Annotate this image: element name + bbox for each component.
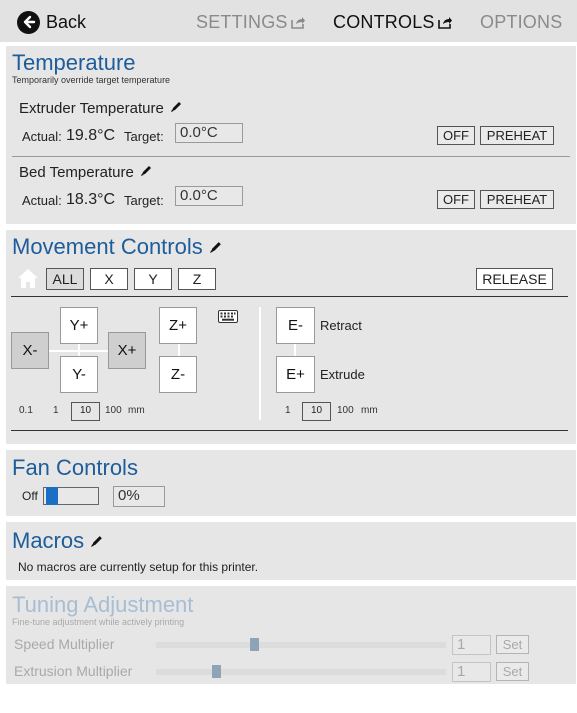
top-nav-bar: Back SETTINGS CONTROLS OPTIONS [0, 0, 577, 42]
fan-panel: Fan Controls Off 0% [6, 450, 576, 516]
temperature-title: Temperature [12, 50, 136, 75]
z-plus-button[interactable]: Z+ [159, 307, 197, 344]
bed-preheat-button[interactable]: PREHEAT [480, 190, 554, 209]
y-plus-button[interactable]: Y+ [60, 307, 98, 344]
back-button[interactable]: Back [17, 10, 86, 34]
fan-slider-handle[interactable] [46, 487, 58, 505]
speed-slider-handle[interactable] [250, 638, 259, 651]
temperature-panel: Temperature Temporarily override target … [6, 46, 576, 224]
pencil-icon [209, 242, 221, 253]
divider [259, 307, 261, 420]
e-step-option[interactable]: 100 [337, 405, 354, 416]
tab-controls-label: CONTROLS [333, 12, 435, 32]
extruder-target-label: Target: [124, 129, 164, 144]
fan-off-label: Off [22, 489, 38, 503]
extrude-button[interactable]: E+ [276, 356, 315, 393]
home-icon [18, 269, 38, 288]
back-arrow-icon [17, 10, 40, 34]
macros-panel: Macros No macros are currently setup for… [6, 522, 576, 580]
movement-title-text: Movement Controls [12, 234, 203, 259]
pencil-icon [170, 102, 181, 112]
bed-actual-value: 18.3°C [66, 191, 116, 208]
tab-options[interactable]: OPTIONS [480, 12, 562, 33]
e-step-selected[interactable]: 10 [302, 402, 331, 421]
extruder-temperature-label[interactable]: Extruder Temperature [19, 100, 183, 117]
x-minus-button[interactable]: X- [11, 332, 49, 369]
extruder-actual-label: Actual: [22, 129, 62, 144]
extruder-target-input[interactable]: 0.0°C [175, 123, 243, 143]
xyz-step-unit: mm [128, 405, 145, 416]
extrusion-set-button[interactable]: Set [496, 662, 529, 681]
extrusion-slider-handle[interactable] [212, 665, 221, 678]
xyz-step-option[interactable]: 1 [53, 405, 59, 416]
bed-target-input[interactable]: 0.0°C [175, 186, 243, 206]
back-label: Back [46, 11, 87, 32]
z-minus-button[interactable]: Z- [159, 356, 197, 393]
extruder-actual-value: 19.8°C [66, 127, 116, 144]
e-step-unit: mm [361, 405, 378, 416]
tuning-subtitle: Fine-tune adjustment while actively prin… [12, 617, 185, 627]
speed-set-button[interactable]: Set [496, 635, 529, 654]
keyboard-icon[interactable] [218, 310, 238, 323]
share-icon [437, 17, 452, 29]
pencil-icon [140, 166, 151, 176]
movement-title[interactable]: Movement Controls [12, 234, 223, 260]
movement-panel: Movement Controls ALL X Y Z RELEASE X- Y… [6, 230, 576, 444]
fan-speed-slider[interactable] [43, 487, 99, 505]
bed-temperature-label[interactable]: Bed Temperature [19, 164, 153, 181]
speed-multiplier-input[interactable]: 1 [452, 635, 491, 655]
macros-title-text: Macros [12, 528, 85, 553]
tab-controls[interactable]: CONTROLS [333, 12, 453, 33]
tuning-panel: Tuning Adjustment Fine-tune adjustment w… [6, 586, 576, 684]
tab-options-label: OPTIONS [480, 12, 563, 32]
tuning-title: Tuning Adjustment [12, 592, 194, 617]
extrude-label: Extrude [320, 367, 365, 382]
speed-multiplier-label: Speed Multiplier [14, 636, 115, 652]
extruder-preheat-button[interactable]: PREHEAT [480, 126, 554, 145]
bed-temperature-text: Bed Temperature [19, 164, 134, 181]
macros-title[interactable]: Macros [12, 528, 104, 554]
x-plus-button[interactable]: X+ [108, 332, 146, 369]
xyz-step-option[interactable]: 0.1 [19, 405, 33, 416]
bed-target-label: Target: [124, 193, 164, 208]
extrusion-slider[interactable] [156, 665, 446, 678]
home-z-button[interactable]: Z [178, 268, 216, 290]
macros-empty-message: No macros are currently setup for this p… [18, 560, 259, 574]
z-connector [178, 344, 180, 356]
extrusion-multiplier-input[interactable]: 1 [452, 662, 491, 682]
fan-title: Fan Controls [12, 455, 138, 480]
bed-off-button[interactable]: OFF [437, 190, 475, 209]
pencil-icon [91, 536, 103, 547]
tab-settings-label: SETTINGS [196, 12, 288, 32]
home-all-button[interactable]: ALL [46, 268, 84, 290]
extrusion-multiplier-label: Extrusion Multiplier [14, 663, 133, 679]
y-minus-button[interactable]: Y- [60, 356, 98, 393]
share-icon [290, 17, 305, 29]
xy-connector [78, 344, 80, 356]
home-x-button[interactable]: X [90, 268, 128, 290]
extruder-temperature-text: Extruder Temperature [19, 100, 164, 117]
bed-actual-label: Actual: [22, 193, 62, 208]
divider [12, 156, 570, 157]
divider [11, 430, 568, 431]
e-step-option[interactable]: 1 [285, 405, 291, 416]
divider [11, 296, 568, 297]
temperature-subtitle: Temporarily override target temperature [12, 75, 171, 85]
retract-button[interactable]: E- [276, 307, 315, 344]
release-button[interactable]: RELEASE [476, 268, 553, 290]
xyz-step-option[interactable]: 100 [105, 405, 122, 416]
retract-label: Retract [320, 318, 362, 333]
e-connector [294, 344, 296, 356]
home-y-button[interactable]: Y [134, 268, 172, 290]
tab-settings[interactable]: SETTINGS [196, 12, 306, 33]
fan-value-display: 0% [113, 486, 165, 507]
xyz-step-selected[interactable]: 10 [71, 402, 100, 421]
extruder-off-button[interactable]: OFF [437, 126, 475, 145]
speed-slider[interactable] [156, 638, 446, 651]
